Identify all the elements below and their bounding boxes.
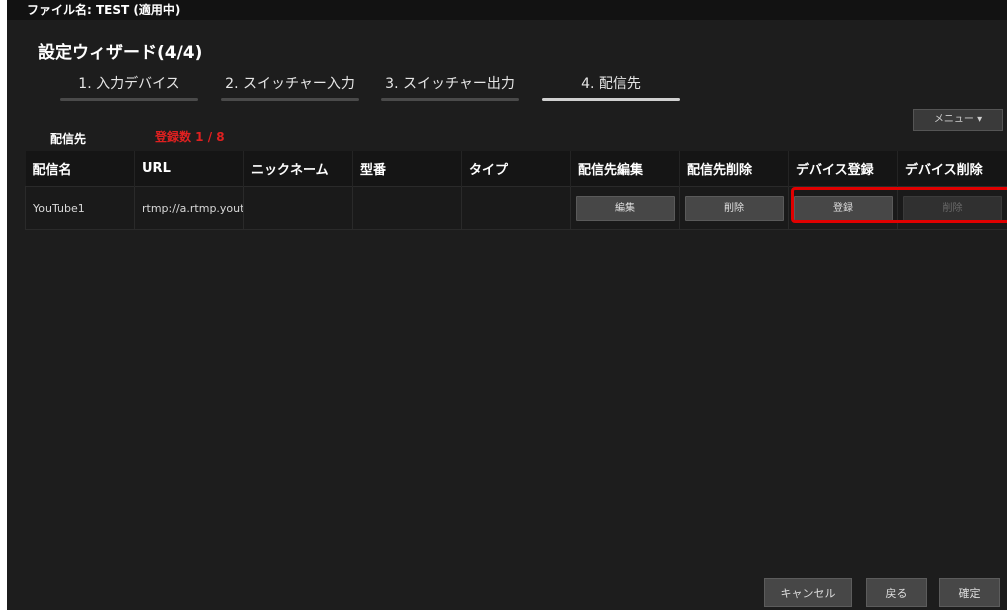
step-progress-bar — [60, 98, 198, 101]
step-destination[interactable]: 4. 配信先 — [542, 73, 680, 103]
column-header-name: 配信名 — [25, 151, 135, 187]
back-button[interactable]: 戻る — [866, 578, 927, 607]
destination-table: 配信名 URL ニックネーム 型番 タイプ 配信先編集 配信先削除 デバイス登録… — [25, 151, 1007, 230]
step-label: 4. 配信先 — [581, 76, 641, 92]
cell-edit: 編集 — [570, 186, 680, 230]
cell-delete: 削除 — [679, 186, 789, 230]
cell-device-register: 登録 — [788, 186, 898, 230]
step-switcher-output[interactable]: 3. スイッチャー出力 — [381, 73, 519, 103]
step-progress-bar — [381, 98, 519, 101]
cell-device-delete: 削除 — [897, 186, 1007, 230]
column-header-delete: 配信先削除 — [679, 151, 789, 187]
step-progress-bar — [221, 98, 359, 101]
app-window: ファイル名: TEST (適用中) 設定ウィザード(4/4) 1. 入力デバイス… — [7, 0, 1007, 610]
page-title: 設定ウィザード(4/4) — [38, 43, 203, 63]
registration-count: 登録数 1 / 8 — [155, 130, 225, 144]
cell-url: rtmp://a.rtmp.youtube. — [134, 186, 244, 230]
delete-device-button[interactable]: 削除 — [903, 195, 1002, 221]
confirm-button[interactable]: 確定 — [939, 578, 1000, 607]
cell-model — [352, 186, 462, 230]
cancel-button[interactable]: キャンセル — [764, 578, 852, 607]
section-label: 配信先 — [50, 132, 87, 146]
register-device-button[interactable]: 登録 — [793, 195, 893, 221]
column-header-type: タイプ — [461, 151, 571, 187]
column-header-model: 型番 — [352, 151, 462, 187]
cell-type — [461, 186, 571, 230]
file-name-label: ファイル名: TEST (適用中) — [27, 3, 181, 17]
step-input-devices[interactable]: 1. 入力デバイス — [60, 73, 198, 103]
file-status-bar: ファイル名: TEST (適用中) — [7, 0, 1007, 20]
cell-name: YouTube1 — [25, 186, 135, 230]
menu-button[interactable]: メニュー ▾ — [913, 109, 1003, 131]
step-label: 2. スイッチャー入力 — [225, 76, 355, 92]
column-header-nickname: ニックネーム — [243, 151, 353, 187]
step-label: 3. スイッチャー出力 — [385, 76, 515, 92]
step-progress-bar — [542, 98, 680, 101]
column-header-device-delete: デバイス削除 — [897, 151, 1007, 187]
table-row: YouTube1 rtmp://a.rtmp.youtube. 編集 削除 登録… — [25, 186, 1007, 230]
cell-nickname — [243, 186, 353, 230]
step-label: 1. 入力デバイス — [78, 76, 180, 92]
column-header-edit: 配信先編集 — [570, 151, 680, 187]
edit-button[interactable]: 編集 — [575, 195, 675, 221]
step-switcher-input[interactable]: 2. スイッチャー入力 — [221, 73, 359, 103]
table-header-row: 配信名 URL ニックネーム 型番 タイプ 配信先編集 配信先削除 デバイス登録… — [25, 151, 1007, 187]
column-header-device-register: デバイス登録 — [788, 151, 898, 187]
column-header-url: URL — [134, 151, 244, 187]
delete-destination-button[interactable]: 削除 — [684, 195, 784, 221]
